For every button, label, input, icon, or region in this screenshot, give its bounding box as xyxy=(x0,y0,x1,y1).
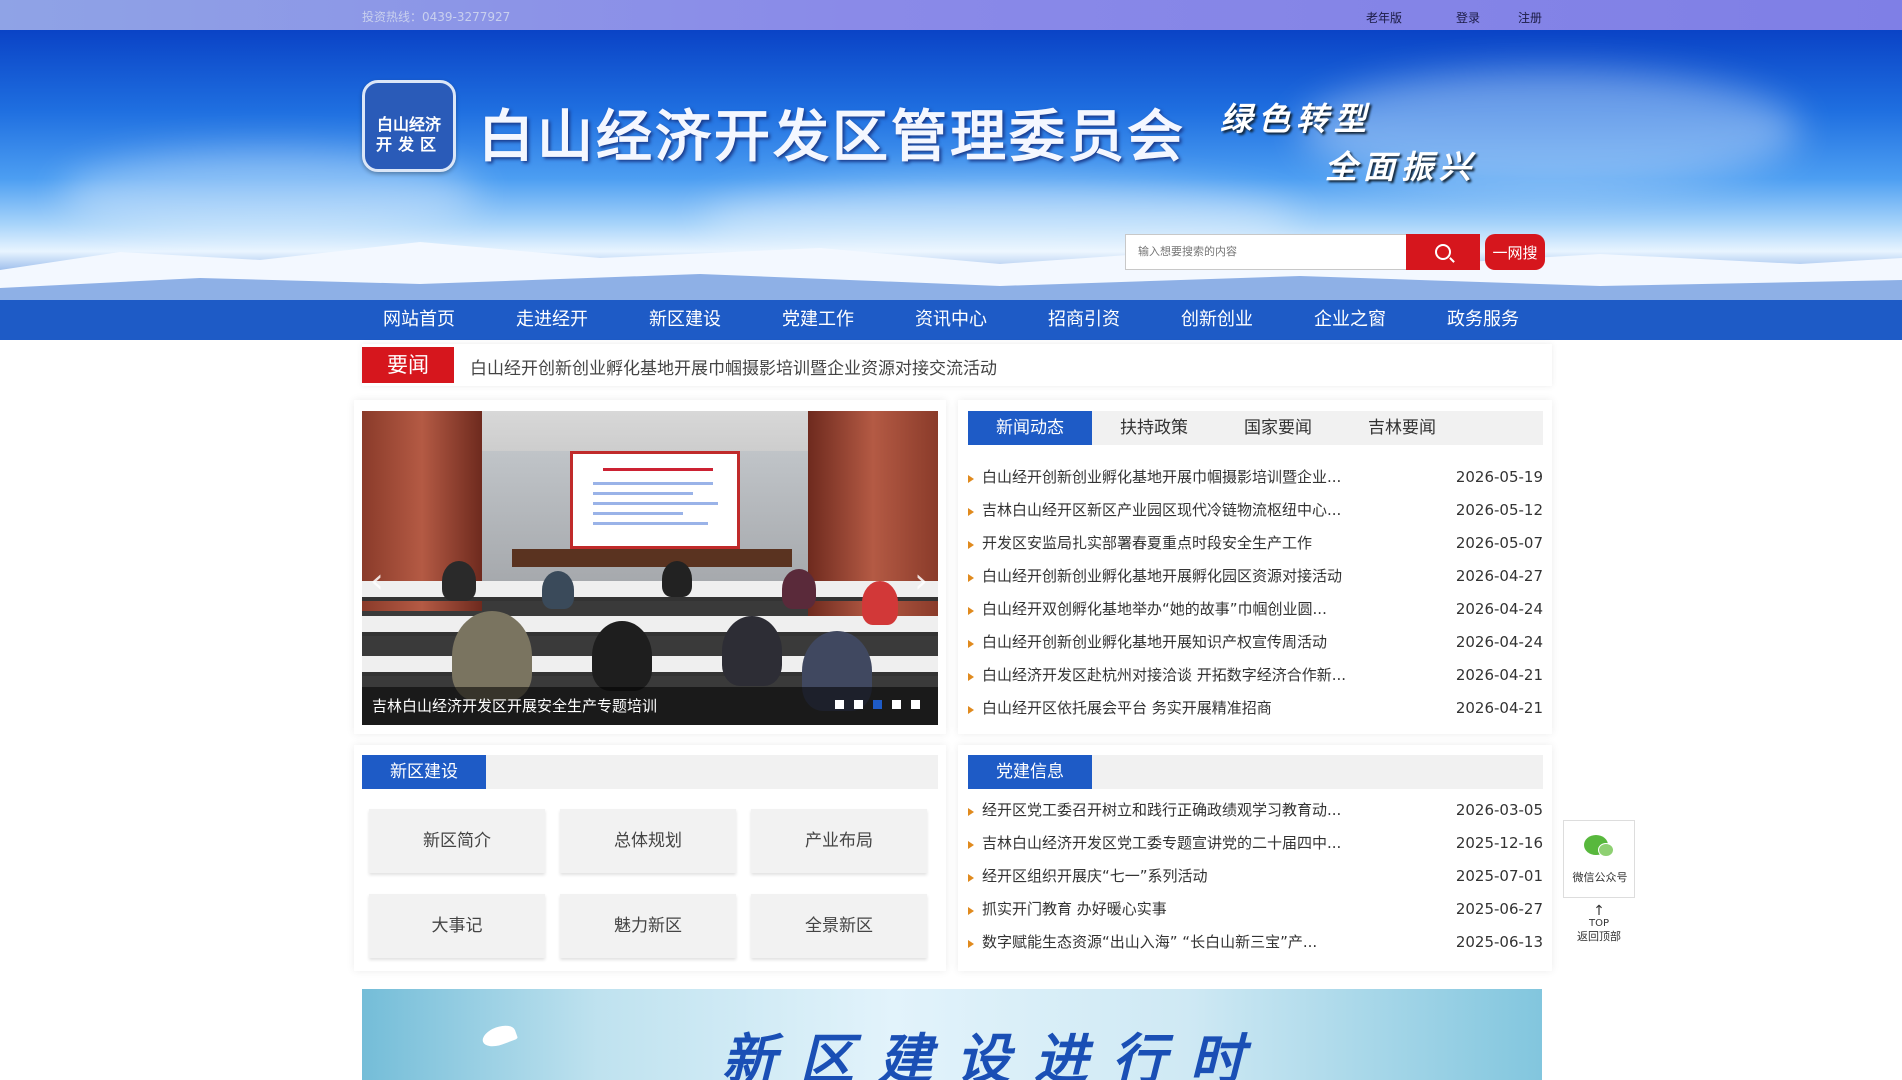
news-list: 白山经开创新创业孵化基地开展巾帼摄影培训暨企业... 2026-05-19 吉林白… xyxy=(968,461,1543,725)
carousel-next-arrow[interactable]: › xyxy=(914,561,928,601)
photo-carousel[interactable]: ‹ › 吉林白山经济开发区开展安全生产专题培训 xyxy=(362,411,938,725)
bullet-icon xyxy=(968,841,974,849)
tab-support-policy[interactable]: 扶持政策 xyxy=(1092,411,1216,445)
master-plan-button[interactable]: 总体规划 xyxy=(560,809,736,873)
news-row[interactable]: 白山经开创新创业孵化基地开展孵化园区资源对接活动 2026-04-27 xyxy=(968,560,1543,593)
xinqu-intro-button[interactable]: 新区简介 xyxy=(369,809,545,873)
tab-jilin-news[interactable]: 吉林要闻 xyxy=(1340,411,1464,445)
bullet-icon xyxy=(968,673,974,681)
wechat-label: 微信公众号 xyxy=(1572,871,1628,884)
one-search-button[interactable]: 一网搜 xyxy=(1485,234,1545,270)
nav-item-enterprise[interactable]: 企业之窗 xyxy=(1295,300,1405,340)
news-row[interactable]: 白山经开创新创业孵化基地开展巾帼摄影培训暨企业... 2026-05-19 xyxy=(968,461,1543,494)
charm-xinqu-button[interactable]: 魅力新区 xyxy=(560,894,736,958)
search-button[interactable] xyxy=(1406,234,1480,270)
news-row[interactable]: 白山经开创新创业孵化基地开展知识产权宣传周活动 2026-04-24 xyxy=(968,626,1543,659)
investment-hotline: 投资热线：0439-3277927 xyxy=(362,10,511,24)
carousel-dot[interactable] xyxy=(835,700,844,709)
bullet-icon xyxy=(968,508,974,516)
tab-national-news[interactable]: 国家要闻 xyxy=(1216,411,1340,445)
wechat-float-button[interactable]: 微信公众号 xyxy=(1563,820,1635,898)
xinqu-section-label[interactable]: 新区建设 xyxy=(362,755,486,789)
presentation-screen xyxy=(570,451,740,549)
bullet-icon xyxy=(968,607,974,615)
bullet-icon xyxy=(968,475,974,483)
bullet-icon xyxy=(968,907,974,915)
headline-link[interactable]: 白山经开创新创业孵化基地开展巾帼摄影培训暨企业资源对接交流活动 xyxy=(470,354,997,379)
bullet-icon xyxy=(968,640,974,648)
arrow-up-icon: ↑ xyxy=(1593,903,1605,919)
industry-layout-button[interactable]: 产业布局 xyxy=(751,809,927,873)
bullet-icon xyxy=(968,541,974,549)
carousel-dot-active[interactable] xyxy=(873,700,882,709)
party-list: 经开区党工委召开树立和践行正确政绩观学习教育动... 2026-03-05 吉林白… xyxy=(968,794,1543,959)
bullet-icon xyxy=(968,706,974,714)
carousel-dot[interactable] xyxy=(892,700,901,709)
slogan-line-1: 绿色转型 xyxy=(1220,100,1373,138)
tab-news-dynamics[interactable]: 新闻动态 xyxy=(968,411,1092,445)
panorama-button[interactable]: 全景新区 xyxy=(751,894,927,958)
bullet-icon xyxy=(968,874,974,882)
login-link[interactable]: 登录 xyxy=(1456,9,1480,26)
news-row[interactable]: 白山经济开发区赴杭州对接洽谈 开拓数字经济合作新... 2026-04-21 xyxy=(968,659,1543,692)
construction-banner[interactable]: 新区建设进行时 xyxy=(362,989,1542,1080)
main-nav: 网站首页 走进经开 新区建设 党建工作 资讯中心 招商引资 创新创业 企业之窗 … xyxy=(0,300,1902,340)
news-row[interactable]: 吉林白山经开区新区产业园区现代冷链物流枢纽中心... 2026-05-12 xyxy=(968,494,1543,527)
dove-illustration xyxy=(479,1021,519,1051)
chronicle-button[interactable]: 大事记 xyxy=(369,894,545,958)
construction-banner-title: 新区建设进行时 xyxy=(722,1027,1268,1080)
nav-item-government[interactable]: 政务服务 xyxy=(1428,300,1538,340)
party-section-label[interactable]: 党建信息 xyxy=(968,755,1092,789)
bullet-icon xyxy=(968,940,974,948)
back-top-label: 返回顶部 xyxy=(1577,930,1621,943)
nav-item-construction[interactable]: 新区建设 xyxy=(630,300,740,340)
headline-bar: 要闻 白山经开创新创业孵化基地开展巾帼摄影培训暨企业资源对接交流活动 xyxy=(362,344,1552,386)
party-row[interactable]: 吉林白山经济开发区党工委专题宣讲党的二十届四中... 2025-12-16 xyxy=(968,827,1543,860)
search-input[interactable] xyxy=(1125,234,1407,270)
xinqu-section-header: 新区建设 xyxy=(362,755,938,789)
site-logo[interactable]: 白山经济 开发区 xyxy=(362,80,456,172)
carousel-dot[interactable] xyxy=(854,700,863,709)
nav-item-innovation[interactable]: 创新创业 xyxy=(1162,300,1272,340)
elder-mode-link[interactable]: 老年版 xyxy=(1366,9,1402,26)
back-to-top-button[interactable]: ↑ TOP 返回顶部 xyxy=(1563,904,1635,954)
nav-item-news[interactable]: 资讯中心 xyxy=(896,300,1006,340)
nav-item-about[interactable]: 走进经开 xyxy=(497,300,607,340)
news-row[interactable]: 白山经开双创孵化基地举办“她的故事”巾帼创业圆... 2026-04-24 xyxy=(968,593,1543,626)
snow-mountain-illustration xyxy=(0,242,1902,300)
bullet-icon xyxy=(968,574,974,582)
party-row[interactable]: 抓实开门教育 办好暖心实事 2025-06-27 xyxy=(968,893,1543,926)
carousel-dot[interactable] xyxy=(911,700,920,709)
top-label: TOP xyxy=(1588,918,1609,929)
nav-item-home[interactable]: 网站首页 xyxy=(364,300,474,340)
bullet-icon xyxy=(968,808,974,816)
news-row[interactable]: 开发区安监局扎实部署春夏重点时段安全生产工作 2026-05-07 xyxy=(968,527,1543,560)
party-row[interactable]: 数字赋能生态资源“出山入海” “长白山新三宝”产... 2025-06-13 xyxy=(968,926,1543,959)
headline-tag: 要闻 xyxy=(362,347,454,383)
carousel-dots xyxy=(835,700,920,709)
party-row[interactable]: 经开区组织开展庆“七一”系列活动 2025-07-01 xyxy=(968,860,1543,893)
news-row[interactable]: 白山经开区依托展会平台 务实开展精准招商 2026-04-21 xyxy=(968,692,1543,725)
slogan-line-2: 全面振兴 xyxy=(1325,148,1478,186)
carousel-prev-arrow[interactable]: ‹ xyxy=(370,561,384,601)
nav-item-investment[interactable]: 招商引资 xyxy=(1029,300,1139,340)
nav-item-party[interactable]: 党建工作 xyxy=(763,300,873,340)
site-title: 白山经济开发区管理委员会 xyxy=(478,104,1186,170)
top-bar: 投资热线：0439-3277927 老年版 登录 注册 xyxy=(0,0,1902,30)
register-link[interactable]: 注册 xyxy=(1518,9,1542,26)
search-icon xyxy=(1435,244,1451,260)
party-row[interactable]: 经开区党工委召开树立和践行正确政绩观学习教育动... 2026-03-05 xyxy=(968,794,1543,827)
party-section-header: 党建信息 xyxy=(968,755,1543,789)
news-tabs: 新闻动态 扶持政策 国家要闻 吉林要闻 xyxy=(968,411,1543,445)
